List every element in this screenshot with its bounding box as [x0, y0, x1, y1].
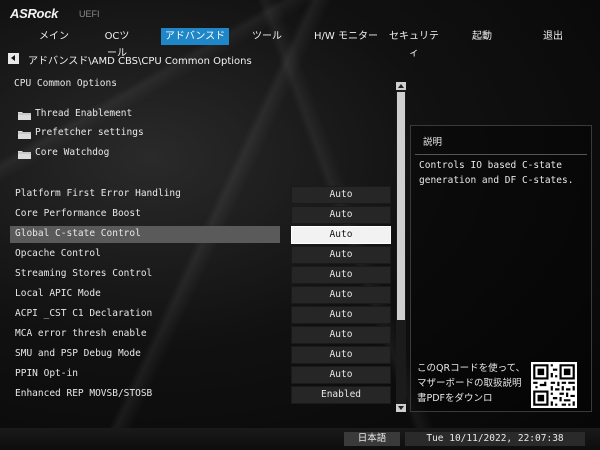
folder-icon — [18, 131, 31, 139]
setting-label: Streaming Stores Control — [15, 268, 153, 279]
main-tabs: メイン OCツール アドバンスド ツール H/W モニター セキュリティ 起動 … — [0, 28, 600, 59]
tab-oc-tools[interactable]: OCツール — [100, 28, 134, 59]
setting-mca-error-thresh-enable[interactable]: MCA error thresh enable Auto — [10, 326, 398, 344]
setting-label: Opcache Control — [15, 248, 101, 259]
setting-streaming-stores-control[interactable]: Streaming Stores Control Auto — [10, 266, 398, 284]
setting-label: ACPI _CST C1 Declaration — [15, 308, 153, 319]
description-text: Controls IO based C-state generation and… — [419, 160, 574, 186]
setting-value[interactable]: Auto — [291, 326, 391, 344]
setting-value[interactable]: Auto — [291, 366, 391, 384]
folder-icon — [18, 112, 31, 120]
setting-core-performance-boost[interactable]: Core Performance Boost Auto — [10, 206, 398, 224]
tab-hw-monitor[interactable]: H/W モニター — [310, 28, 382, 45]
qr-code-icon — [531, 362, 577, 408]
folder-icon — [18, 151, 31, 159]
setting-ppin-opt-in[interactable]: PPIN Opt-in Auto — [10, 366, 398, 384]
setting-global-c-state-control[interactable]: Global C-state Control Auto — [10, 226, 398, 244]
tab-boot[interactable]: 起動 — [470, 28, 494, 45]
section-title: CPU Common Options — [14, 78, 117, 89]
description-panel: 説明 Controls IO based C-state generation … — [410, 125, 592, 412]
folder-label: Core Watchdog — [35, 147, 110, 158]
folder-label: Prefetcher settings — [35, 127, 144, 138]
scrollbar[interactable] — [396, 82, 406, 412]
setting-value[interactable]: Enabled — [291, 386, 391, 404]
setting-label: MCA error thresh enable — [15, 328, 147, 339]
scroll-up-icon[interactable] — [396, 82, 406, 90]
setting-value[interactable]: Auto — [291, 226, 391, 244]
folder-label: Thread Enablement — [35, 108, 133, 119]
setting-label: PPIN Opt-in — [15, 368, 78, 379]
scroll-thumb[interactable] — [397, 92, 405, 320]
footer-bar: 日本語 Tue 10/11/2022, 22:07:38 — [0, 428, 600, 450]
setting-value[interactable]: Auto — [291, 246, 391, 264]
setting-label: Platform First Error Handling — [15, 188, 181, 199]
setting-value[interactable]: Auto — [291, 186, 391, 204]
language-button[interactable]: 日本語 — [344, 432, 400, 446]
setting-label: Global C-state Control — [15, 228, 141, 239]
setting-label: Enhanced REP MOVSB/STOSB — [15, 388, 153, 399]
setting-value[interactable]: Auto — [291, 286, 391, 304]
setting-label: SMU and PSP Debug Mode — [15, 348, 141, 359]
setting-smu-psp-debug-mode[interactable]: SMU and PSP Debug Mode Auto — [10, 346, 398, 364]
tab-advanced[interactable]: アドバンスド — [161, 28, 229, 45]
setting-platform-first-error-handling[interactable]: Platform First Error Handling Auto — [10, 186, 398, 204]
back-arrow-icon[interactable] — [8, 53, 19, 64]
setting-value[interactable]: Auto — [291, 266, 391, 284]
setting-value[interactable]: Auto — [291, 206, 391, 224]
setting-label: Local APIC Mode — [15, 288, 101, 299]
uefi-label: UEFI — [79, 9, 100, 19]
datetime-display: Tue 10/11/2022, 22:07:38 — [405, 432, 585, 446]
asrock-logo: ASRock — [10, 6, 59, 21]
tab-tools[interactable]: ツール — [250, 28, 284, 45]
setting-value[interactable]: Auto — [291, 306, 391, 324]
setting-acpi-cst-c1-declaration[interactable]: ACPI _CST C1 Declaration Auto — [10, 306, 398, 324]
tab-exit[interactable]: 退出 — [541, 28, 565, 45]
setting-label: Core Performance Boost — [15, 208, 141, 219]
breadcrumb: アドバンスド\AMD CBS\CPU Common Options — [28, 56, 252, 67]
setting-local-apic-mode[interactable]: Local APIC Mode Auto — [10, 286, 398, 304]
setting-opcache-control[interactable]: Opcache Control Auto — [10, 246, 398, 264]
header: ASRock UEFI メイン OCツール アドバンスド ツール H/W モニタ… — [0, 0, 600, 59]
setting-enhanced-rep-movsb-stosb[interactable]: Enhanced REP MOVSB/STOSB Enabled — [10, 386, 398, 404]
scroll-down-icon[interactable] — [396, 404, 406, 412]
divider — [415, 154, 587, 155]
tab-security[interactable]: セキュリティ — [386, 28, 442, 59]
tab-main[interactable]: メイン — [38, 28, 70, 45]
description-title: 説明 — [423, 137, 443, 148]
setting-value[interactable]: Auto — [291, 346, 391, 364]
qr-instruction-text: このQRコードを使って、マザーボードの取扱説明書PDFをダウンロ — [417, 363, 526, 404]
